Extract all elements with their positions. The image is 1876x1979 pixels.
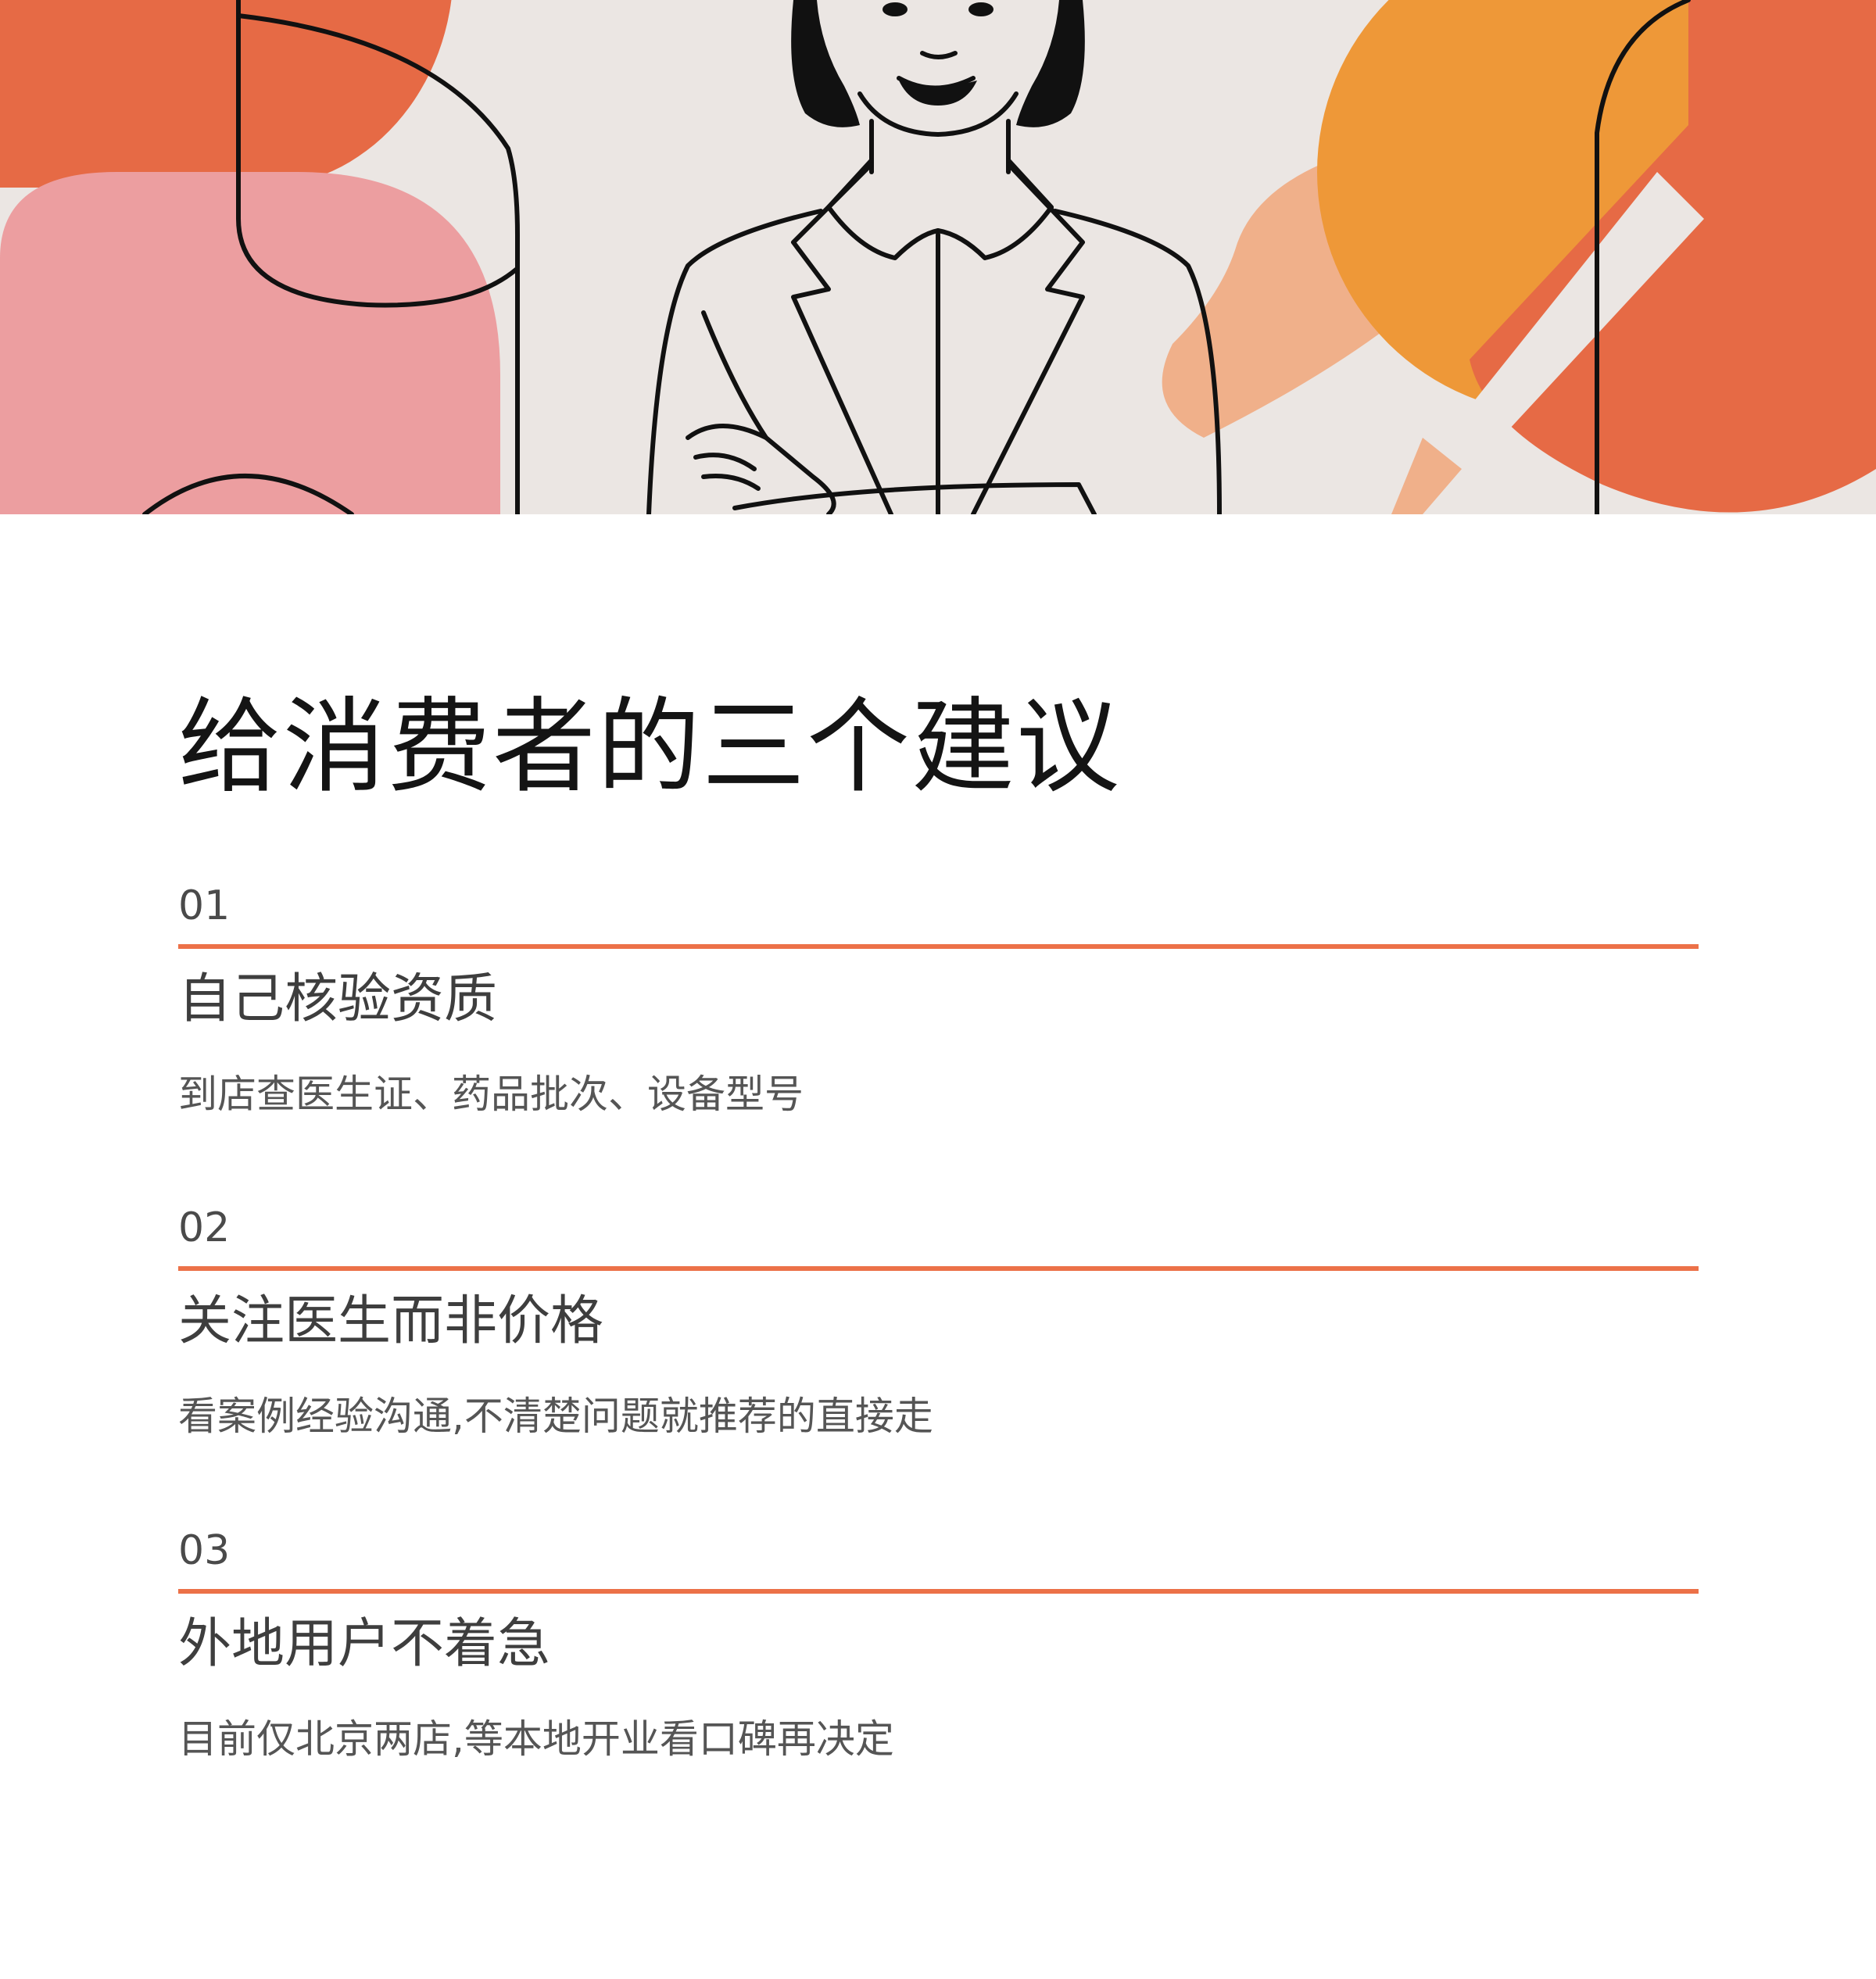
pink-blob-left <box>0 172 500 514</box>
woman-in-blazer-arms-crossed-illustration <box>0 0 1876 514</box>
mouth <box>899 81 977 106</box>
hair-right <box>1016 0 1085 127</box>
hero-illustration <box>0 0 1876 514</box>
nose <box>920 51 958 59</box>
sleeve-left <box>701 310 768 440</box>
eye-right <box>968 2 993 16</box>
tip-divider <box>178 1589 1699 1594</box>
crossed-arm <box>732 482 1097 514</box>
lapel-left <box>791 162 893 514</box>
tip-heading: 关注医生而非价格 <box>178 1290 604 1352</box>
tips-section: 给消费者的三个建议 01 自己核验资质 到店查医生证、药品批次、设备型号 02 … <box>0 514 1876 1979</box>
lapel-right <box>971 162 1085 514</box>
collar-right <box>936 158 1054 260</box>
tip-divider <box>178 1266 1699 1271</box>
tip-divider <box>178 944 1699 949</box>
eye-left <box>883 2 908 16</box>
tip-number: 03 <box>178 1527 231 1574</box>
tip-number: 01 <box>178 882 231 929</box>
hair-left <box>791 0 860 127</box>
shoulder-left <box>646 209 823 514</box>
tip-heading: 外地用户不着急 <box>178 1613 551 1675</box>
tip-heading: 自己核验资质 <box>178 968 498 1030</box>
tip-description: 看案例经验沟通,不清楚问题就推荐的直接走 <box>178 1394 933 1439</box>
tip-description: 到店查医生证、药品批次、设备型号 <box>178 1072 804 1117</box>
coral-block-left <box>0 0 234 188</box>
finger-1 <box>693 453 757 471</box>
hand-left <box>686 424 836 514</box>
tip-number: 02 <box>178 1204 231 1251</box>
tip-description: 目前仅北京两店,等本地开业看口碑再决定 <box>178 1716 894 1762</box>
collar-left <box>826 158 940 260</box>
page-title: 给消费者的三个建议 <box>178 687 1121 807</box>
finger-2 <box>701 474 761 491</box>
